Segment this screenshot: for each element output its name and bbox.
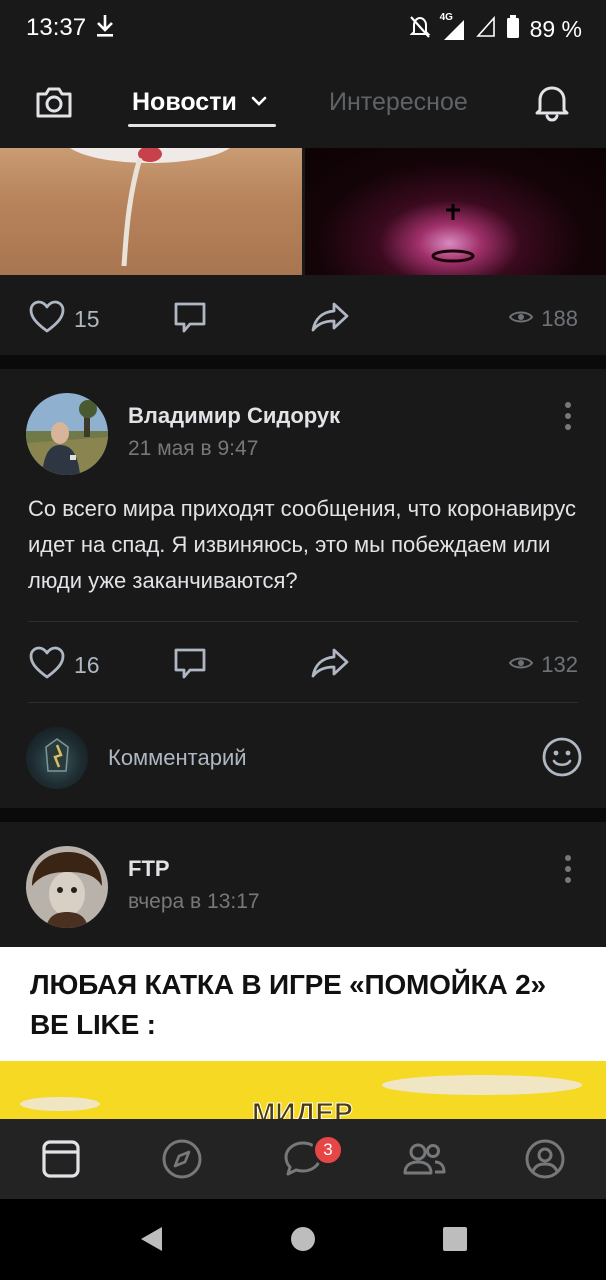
author-name[interactable]: FTP <box>128 856 170 882</box>
signal-4g-icon: 4G <box>440 12 466 42</box>
post-image[interactable]: ЛЮБАЯ КАТКА В ИГРЕ «ПОМОЙКА 2» BE LIKE :… <box>0 947 606 1119</box>
comment-button[interactable] <box>172 300 208 339</box>
tab-news[interactable]: Новости <box>128 86 276 128</box>
active-tab-indicator <box>128 124 276 127</box>
author-avatar[interactable] <box>26 393 108 475</box>
battery-percent: 89 % <box>529 16 582 42</box>
camera-icon[interactable] <box>32 80 76 124</box>
more-options-icon[interactable] <box>562 401 574 431</box>
author-avatar[interactable] <box>26 846 108 928</box>
profile-icon[interactable] <box>523 1137 567 1181</box>
post-card: Владимир Сидорук 21 мая в 9:47 Со всего … <box>0 369 606 808</box>
share-icon <box>310 300 350 339</box>
author-name[interactable]: Владимир Сидорук <box>128 403 340 429</box>
meme-cloud <box>382 1075 582 1095</box>
post-photo[interactable] <box>0 148 302 275</box>
download-icon <box>94 12 116 43</box>
heart-icon <box>28 300 66 339</box>
signal-empty-icon <box>475 15 496 43</box>
bottom-navigation: 3 <box>0 1119 606 1199</box>
meme-caption: ЛЮБАЯ КАТКА В ИГРЕ «ПОМОЙКА 2» BE LIKE : <box>30 969 546 1040</box>
like-count: 16 <box>74 652 100 678</box>
comment-composer: Комментарий <box>0 719 606 799</box>
post-card: 15 188 <box>0 148 606 355</box>
status-bar: 13:37 4G 89 % <box>0 0 606 58</box>
network-type: 4G <box>439 11 453 23</box>
post-header: Владимир Сидорук 21 мая в 9:47 <box>0 369 606 475</box>
tab-news-label: Новости <box>132 88 237 116</box>
system-navigation-bar <box>0 1199 606 1280</box>
chevron-down-icon <box>250 94 268 113</box>
post-card: FTP вчера в 13:17 ЛЮБАЯ КАТКА В ИГРЕ «ПО… <box>0 822 606 1119</box>
views-counter: 132 <box>509 652 578 678</box>
comment-button[interactable] <box>172 646 208 685</box>
recents-icon[interactable] <box>442 1225 468 1258</box>
my-avatar <box>26 727 88 789</box>
top-header: Новости Интересное <box>0 58 606 148</box>
discover-icon[interactable] <box>160 1137 204 1181</box>
eye-icon <box>509 309 534 330</box>
friends-icon[interactable] <box>402 1137 446 1181</box>
views-count: 188 <box>541 306 578 331</box>
news-icon[interactable] <box>39 1137 83 1181</box>
like-button[interactable]: 16 <box>28 646 100 685</box>
divider <box>28 621 578 622</box>
notifications-bell-icon[interactable] <box>530 80 574 124</box>
comment-input[interactable]: Комментарий <box>108 745 247 771</box>
news-feed[interactable]: 15 188 Владимир Сидорук 21 мая в 9:47 Со… <box>0 148 606 1119</box>
like-count: 15 <box>74 306 100 332</box>
post-text: Со всего мира приходят сообщения, что ко… <box>28 496 576 593</box>
battery-icon <box>506 15 520 44</box>
mute-icon <box>408 14 432 45</box>
post-date: вчера в 13:17 <box>128 890 260 913</box>
post-actions: 16 132 <box>0 638 606 688</box>
meme-title-partial: МИДЕР <box>252 1097 354 1120</box>
back-icon[interactable] <box>138 1225 164 1258</box>
emoji-smile-icon[interactable] <box>540 735 584 779</box>
views-counter: 188 <box>509 306 578 332</box>
comment-icon <box>172 300 208 339</box>
post-date: 21 мая в 9:47 <box>128 437 259 460</box>
views-count: 132 <box>541 652 578 677</box>
divider <box>28 702 578 703</box>
post-photo[interactable] <box>305 148 606 275</box>
meme-cloud <box>20 1097 100 1111</box>
tab-interesting[interactable]: Интересное <box>329 88 468 117</box>
status-time: 13:37 <box>26 14 87 41</box>
heart-icon <box>28 646 66 685</box>
post-actions: 15 188 <box>0 292 606 342</box>
share-icon <box>310 646 350 685</box>
post-header: FTP вчера в 13:17 <box>0 822 606 928</box>
comment-icon <box>172 646 208 685</box>
like-button[interactable]: 15 <box>28 300 100 339</box>
eye-icon <box>509 655 534 676</box>
share-button[interactable] <box>310 646 350 685</box>
home-icon[interactable] <box>290 1225 316 1258</box>
more-options-icon[interactable] <box>562 854 574 884</box>
share-button[interactable] <box>310 300 350 339</box>
messages-badge: 3 <box>312 1134 344 1166</box>
